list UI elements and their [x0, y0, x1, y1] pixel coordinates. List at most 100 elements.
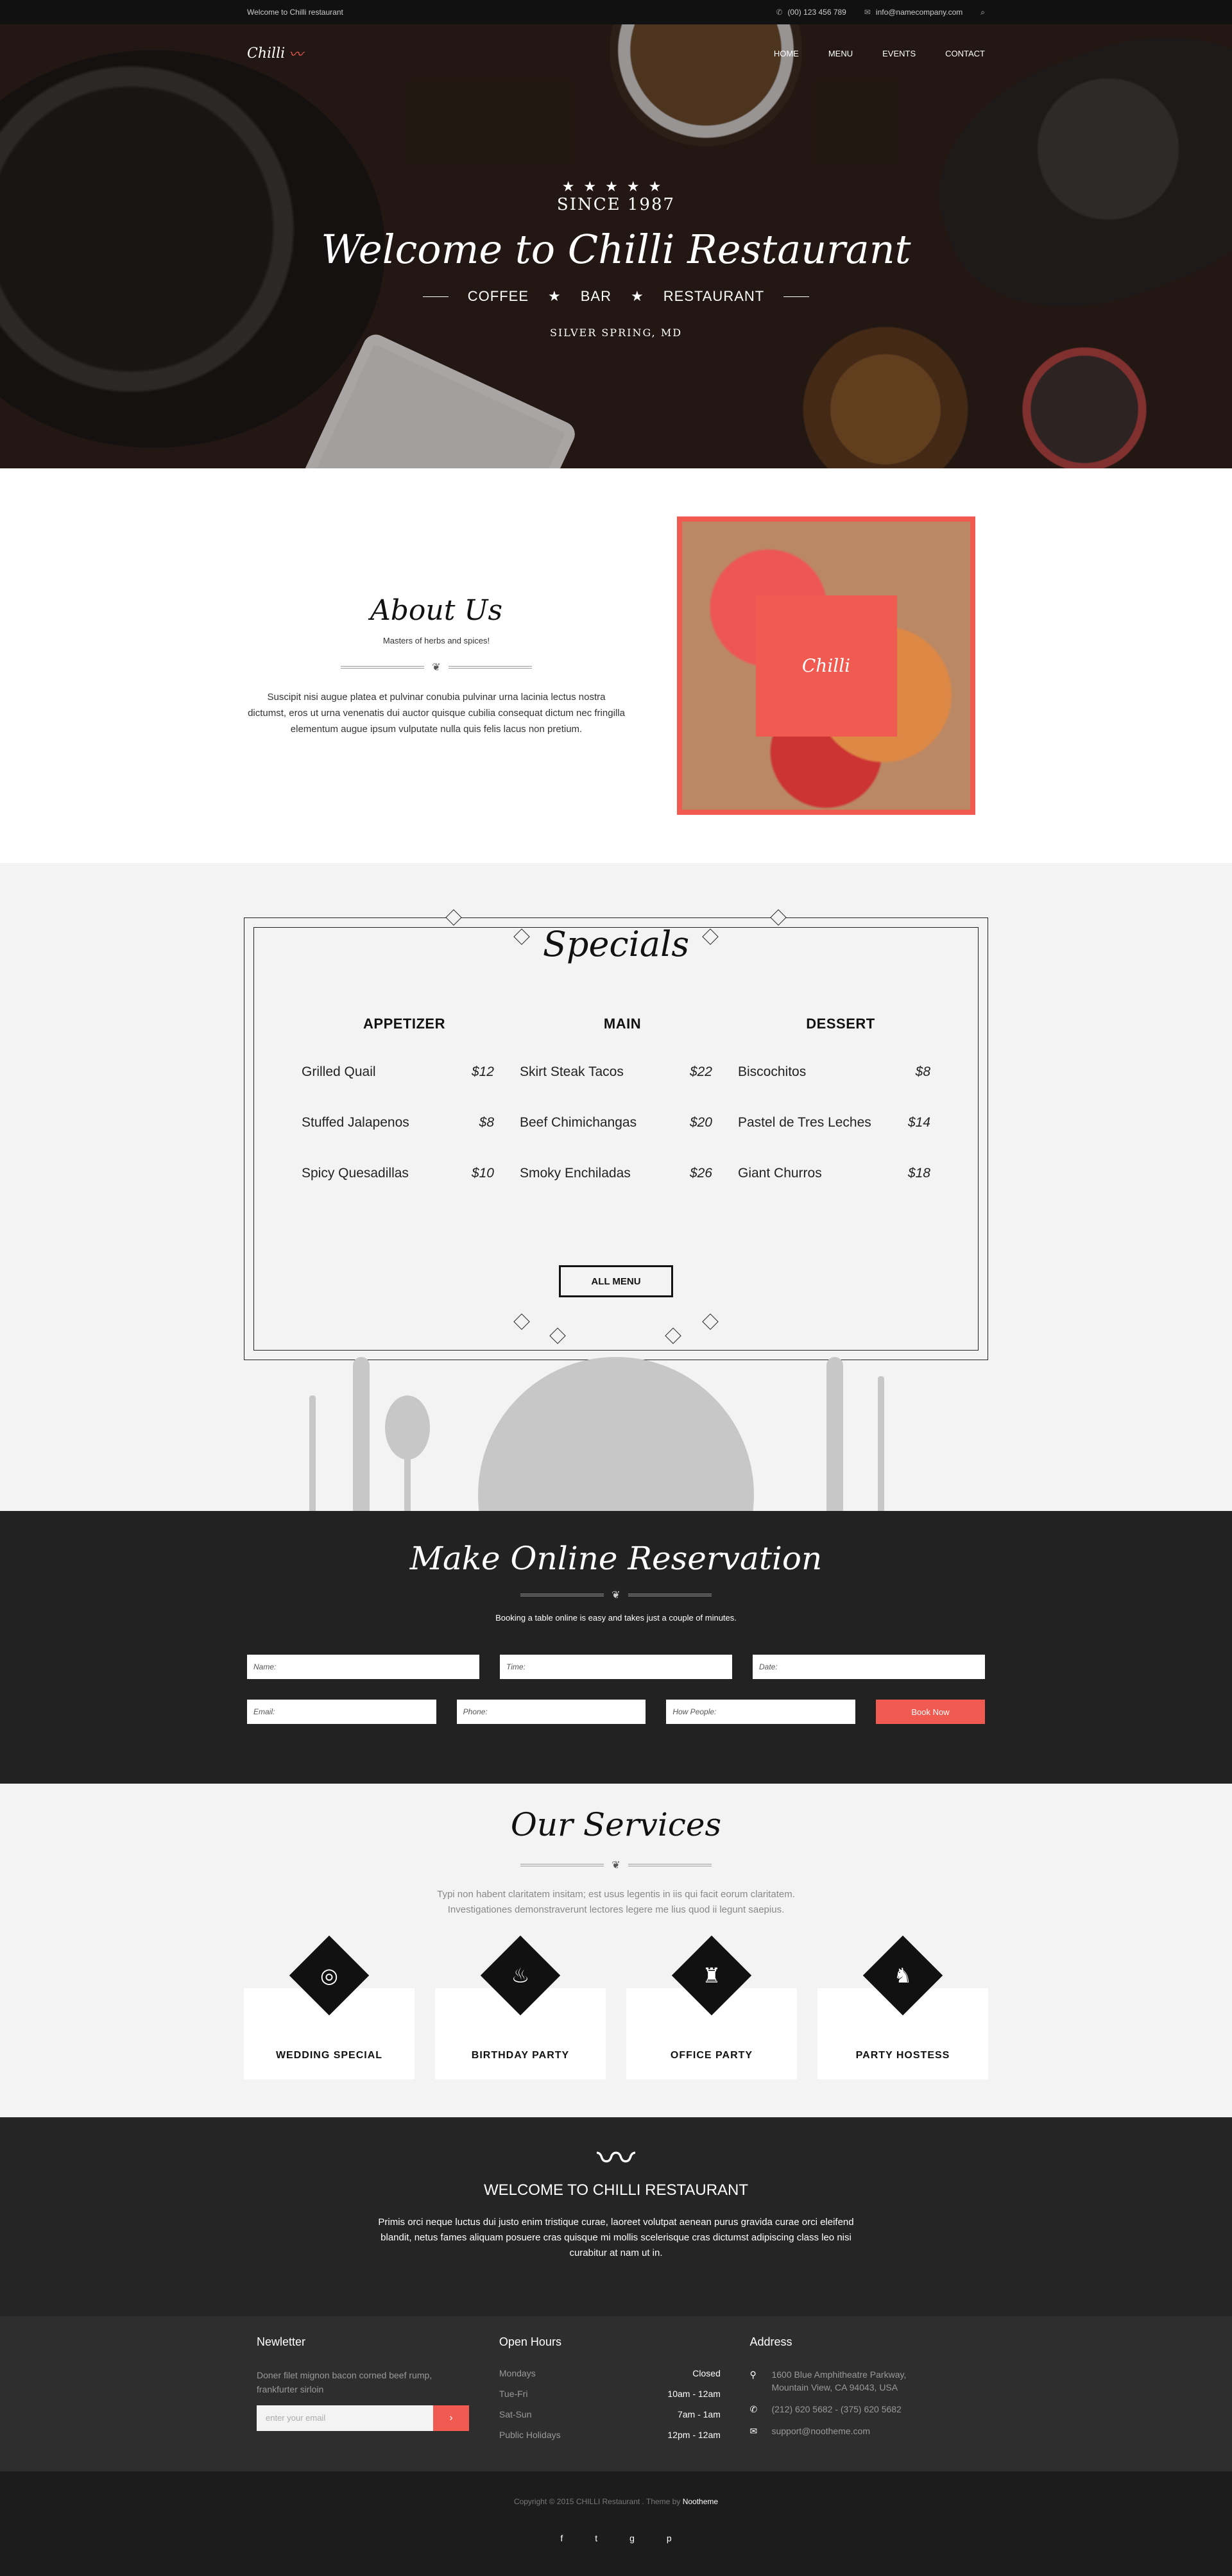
services-section: Our Services ❦ Typi non habent claritate… [0, 1784, 1232, 2117]
hours-row: Sat-Sun 7am - 1am [499, 2409, 721, 2419]
date-field[interactable]: Date: [753, 1655, 985, 1679]
menu-column-appetizer: APPETIZER Grilled Quail $12 Stuffed Jalap… [302, 1016, 507, 1216]
service-card-office[interactable]: ♜ OFFICE PARTY [626, 1935, 797, 2079]
welcome-section: 〰 WELCOME TO CHILLI RESTAURANT Primis or… [0, 2117, 1232, 2316]
menu-item: Beef Chimichangas $20 [520, 1115, 712, 1130]
service-card-hostess[interactable]: ♞ PARTY HOSTESS [817, 1935, 988, 2079]
chilli-badge: Chilli [755, 595, 897, 737]
nav-home[interactable]: HOME [774, 49, 799, 58]
top-bar: Welcome to Chilli restaurant ✆ (00) 123 4… [0, 0, 1232, 24]
support-email-link[interactable]: support@nootheme.com [771, 2425, 870, 2437]
hours-row: Public Holidays 12pm - 12am [499, 2430, 721, 2440]
mail-icon: ✉ [749, 2426, 758, 2436]
about-subtitle: Masters of herbs and spices! [382, 636, 490, 645]
welcome-title: WELCOME TO CHILLI RESTAURANT [483, 2181, 749, 2199]
chili-logo-icon: 〰 [597, 2137, 635, 2180]
knife-icon [826, 1357, 843, 1511]
ornament-divider: ❦ [0, 1589, 1232, 1601]
menu-item: Grilled Quail $12 [302, 1064, 494, 1079]
google-plus-icon[interactable]: g [629, 2533, 635, 2543]
phone-icon: ✆ [749, 2404, 758, 2414]
search-icon[interactable]: ⌕ [980, 8, 985, 17]
fork-icon [309, 1395, 316, 1511]
specials-title: Specials [542, 924, 690, 964]
office-icon: ♜ [702, 1964, 721, 1987]
arrow-right-icon: › [449, 2412, 453, 2423]
social-links: f t g p [0, 2533, 1232, 2543]
menu-item: Biscochitos $8 [738, 1064, 930, 1079]
welcome-text: Welcome to Chilli restaurant [247, 8, 343, 17]
nav-events[interactable]: EVENTS [882, 49, 916, 58]
star-icon: ★ [630, 288, 644, 304]
menu-item: Pastel de Tres Leches $14 [738, 1115, 930, 1130]
chili-icon: ❦ [612, 1590, 620, 1601]
services-subtitle: Typi non habent claritatem insitam; est … [437, 1889, 795, 1915]
specials-section: Specials APPETIZER Grilled Quail $12 Stuf… [0, 863, 1232, 1511]
reservation-form: Name: Time: Date: Email: Phone: How Peop… [247, 1655, 986, 1724]
hours-row: Mondays Closed [499, 2368, 721, 2378]
twitter-icon[interactable]: t [595, 2533, 597, 2543]
cake-icon: ♨ [511, 1964, 530, 1987]
footer-info: Newletter Doner filet mignon bacon corne… [0, 2316, 1232, 2471]
nav-menu[interactable]: MENU [828, 49, 853, 58]
newsletter-email-input[interactable]: enter your email [257, 2405, 433, 2431]
address-column: Address ⚲ 1600 Blue Amphitheatre Parkway,… [749, 2335, 907, 2437]
ornament-divider: ❦ [247, 661, 626, 674]
service-card-birthday[interactable]: ♨ BIRTHDAY PARTY [435, 1935, 606, 2079]
service-card-wedding[interactable]: ◎ WEDDING SPECIAL [244, 1935, 415, 2079]
newsletter-column: Newletter Doner filet mignon bacon corne… [257, 2335, 499, 2471]
rings-icon: ◎ [320, 1964, 338, 1987]
star-icon: ★ [548, 288, 561, 304]
reservation-section: Make Online Reservation ❦ Booking a tabl… [0, 1511, 1232, 1784]
chili-swoosh-icon: 〰 [289, 47, 304, 63]
hours-column: Open Hours Mondays Closed Tue-Fri 10am - 1… [499, 2335, 721, 2440]
pinterest-icon[interactable]: p [667, 2533, 672, 2543]
location-text: SILVER SPRING, MD [549, 327, 683, 339]
services-title: Our Services [510, 1806, 722, 1843]
reservation-title: Make Online Reservation [409, 1540, 823, 1577]
since-text: SINCE 1987 [556, 195, 676, 214]
about-body: Suscipit nisi augue platea et pulvinar c… [248, 692, 625, 735]
spoon-icon [385, 1395, 430, 1460]
theme-link[interactable]: Nootheme [683, 2497, 718, 2506]
chili-icon: ❦ [612, 1860, 620, 1871]
newsletter-submit-button[interactable]: › [433, 2405, 469, 2431]
name-field[interactable]: Name: [247, 1655, 479, 1679]
menu-item: Spicy Quesadillas $10 [302, 1166, 494, 1181]
menu-item: Stuffed Jalapenos $8 [302, 1115, 494, 1130]
hours-row: Tue-Fri 10am - 12am [499, 2389, 721, 2399]
about-title: About Us [370, 594, 503, 627]
hero-tagline: COFFEE ★ BAR ★ RESTAURANT [0, 288, 1232, 305]
facebook-icon[interactable]: f [560, 2533, 563, 2543]
phone-field[interactable]: Phone: [456, 1700, 646, 1724]
all-menu-button[interactable]: ALL MENU [559, 1265, 673, 1297]
footer-bottom: Copyright © 2015 CHILLI Restaurant . The… [0, 2471, 1232, 2576]
people-field[interactable]: How People: [666, 1700, 856, 1724]
hero-title: Welcome to Chilli Restaurant [321, 226, 911, 273]
mail-icon: ✉ [864, 8, 871, 17]
stars-icon: ★★★★★ [561, 178, 671, 194]
hero-section: Chilli 〰 HOME MENU EVENTS CONTACT ★★★★★ … [0, 24, 1232, 468]
menu-item: Smoky Enchiladas $26 [520, 1166, 712, 1181]
fork-icon [878, 1376, 884, 1511]
chili-icon: ❦ [432, 662, 441, 673]
menu-column-main: MAIN Skirt Steak Tacos $22 Beef Chimichan… [520, 1016, 725, 1216]
menu-column-dessert: DESSERT Biscochitos $8 Pastel de Tres Lec… [738, 1016, 943, 1216]
about-section: About Us Masters of herbs and spices! ❦ … [0, 468, 1232, 863]
site-logo[interactable]: Chilli 〰 [247, 43, 303, 64]
book-now-button[interactable]: Book Now [876, 1700, 986, 1724]
email-info[interactable]: ✉ info@namecompany.com [864, 8, 963, 17]
menu-item: Skirt Steak Tacos $22 [520, 1064, 712, 1079]
hostess-icon: ♞ [893, 1964, 912, 1987]
plate-decoration [478, 1357, 754, 1511]
main-nav: Chilli 〰 HOME MENU EVENTS CONTACT [0, 24, 1232, 82]
ornament-divider: ❦ [0, 1859, 1232, 1872]
phone-icon: ✆ [776, 8, 783, 17]
welcome-body: Primis orci neque luctus dui justo enim … [378, 2217, 854, 2258]
time-field[interactable]: Time: [500, 1655, 732, 1679]
about-image: Chilli [677, 516, 975, 815]
phone-info: ✆ (00) 123 456 789 [776, 8, 846, 17]
nav-contact[interactable]: CONTACT [945, 49, 985, 58]
knife-icon [353, 1357, 370, 1511]
email-field[interactable]: Email: [247, 1700, 436, 1724]
